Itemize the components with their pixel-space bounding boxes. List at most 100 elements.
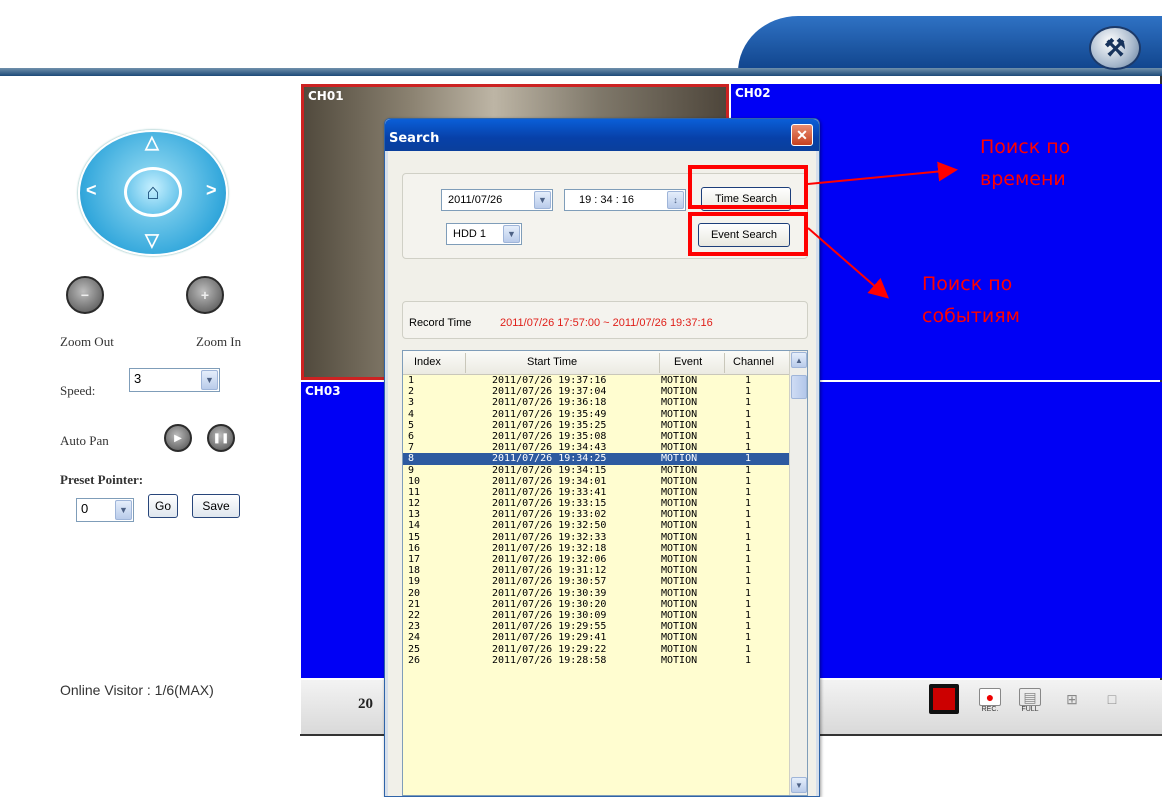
row-channel: 1 (745, 486, 752, 498)
row-channel: 1 (745, 576, 752, 588)
table-row[interactable]: 15 2011/07/26 19:32:33 MOTION 1 (403, 532, 789, 543)
vertical-scrollbar[interactable]: ▲ ▼ (789, 351, 807, 795)
table-row[interactable]: 17 2011/07/26 19:32:06 MOTION 1 (403, 554, 789, 565)
time-field[interactable]: 19 : 34 : 16 ↕ (564, 189, 686, 211)
table-row[interactable]: 22 2011/07/26 19:30:09 MOTION 1 (403, 610, 789, 621)
arrow-up-icon[interactable]: △ (145, 132, 159, 153)
row-event: MOTION (661, 598, 698, 610)
preset-select[interactable]: 0 ▼ (76, 498, 134, 522)
row-event: MOTION (661, 408, 698, 420)
speed-select[interactable]: 3 ▼ (129, 368, 220, 392)
row-index: 7 (408, 442, 415, 454)
hdd-select[interactable]: HDD 1 ▼ (446, 223, 522, 245)
row-event: MOTION (661, 542, 698, 554)
row-event: MOTION (661, 654, 698, 666)
row-index: 11 (408, 486, 421, 498)
row-channel: 1 (745, 386, 752, 398)
home-icon[interactable]: ⌂ (124, 167, 182, 217)
row-channel: 1 (745, 498, 752, 510)
scroll-thumb[interactable] (791, 375, 807, 399)
table-row[interactable]: 19 2011/07/26 19:30:57 MOTION 1 (403, 576, 789, 587)
save-disk-icon[interactable] (928, 684, 960, 718)
table-row[interactable]: 14 2011/07/26 19:32:50 MOTION 1 (403, 520, 789, 531)
row-index: 13 (408, 509, 421, 521)
table-row[interactable]: 13 2011/07/26 19:33:02 MOTION 1 (403, 509, 789, 520)
row-channel: 1 (745, 565, 752, 577)
table-row[interactable]: 16 2011/07/26 19:32:18 MOTION 1 (403, 543, 789, 554)
event-note-line-2: событиям (922, 305, 1020, 327)
chevron-down-icon[interactable]: ▼ (503, 225, 520, 243)
event-note-line-1: Поиск по (922, 273, 1013, 295)
col-start-time-header[interactable]: Start Time (527, 356, 577, 368)
quad-view-icon[interactable]: ⊞ (1058, 690, 1086, 720)
table-row[interactable]: 18 2011/07/26 19:31:12 MOTION 1 (403, 565, 789, 576)
row-start-time: 2011/07/26 19:29:41 (492, 632, 607, 644)
table-row[interactable]: 23 2011/07/26 19:29:55 MOTION 1 (403, 621, 789, 632)
header-bar (0, 68, 1162, 76)
row-event: MOTION (661, 498, 698, 510)
row-start-time: 2011/07/26 19:30:57 (492, 576, 607, 588)
row-start-time: 2011/07/26 19:36:18 (492, 397, 607, 409)
scroll-up-icon[interactable]: ▲ (791, 352, 807, 368)
table-row[interactable]: 25 2011/07/26 19:29:22 MOTION 1 (403, 644, 789, 655)
table-row[interactable]: 26 2011/07/26 19:28:58 MOTION 1 (403, 655, 789, 666)
col-event-header[interactable]: Event (674, 356, 702, 368)
arrow-down-icon[interactable]: ▽ (145, 230, 159, 251)
chevron-down-icon[interactable]: ▼ (534, 191, 551, 209)
table-row[interactable]: 12 2011/07/26 19:33:15 MOTION 1 (403, 498, 789, 509)
row-index: 3 (408, 397, 415, 409)
row-start-time: 2011/07/26 19:32:06 (492, 554, 607, 565)
save-button[interactable]: Save (192, 494, 240, 518)
date-field[interactable]: 2011/07/26 ▼ (441, 189, 553, 211)
row-event: MOTION (661, 587, 698, 599)
table-row[interactable]: 21 2011/07/26 19:30:20 MOTION 1 (403, 599, 789, 610)
table-row[interactable]: 4 2011/07/26 19:35:49 MOTION 1 (403, 409, 789, 420)
row-start-time: 2011/07/26 19:34:25 (492, 453, 607, 465)
row-event: MOTION (661, 520, 698, 532)
play-icon[interactable]: ▶ (164, 424, 192, 452)
table-row[interactable]: 8 2011/07/26 19:34:25 MOTION 1 (403, 453, 789, 465)
row-start-time: 2011/07/26 19:32:33 (492, 531, 607, 543)
dialog-title: Search (389, 131, 440, 146)
chevron-down-icon[interactable]: ▼ (201, 370, 218, 390)
record-button[interactable]: ● REC. (976, 688, 1004, 718)
preset-value: 0 (81, 501, 89, 516)
fullscreen-button[interactable]: ▤ FULL (1016, 688, 1044, 718)
row-index: 26 (408, 654, 421, 666)
row-event: MOTION (661, 475, 698, 487)
speed-value: 3 (134, 371, 142, 386)
zoom-out-button[interactable]: − (66, 276, 104, 314)
pause-icon[interactable]: ❚❚ (207, 424, 235, 452)
table-row[interactable]: 6 2011/07/26 19:35:08 MOTION 1 (403, 431, 789, 442)
table-row[interactable]: 5 2011/07/26 19:35:25 MOTION 1 (403, 420, 789, 431)
dialog-titlebar[interactable]: Search ✕ (385, 119, 819, 151)
arrow-left-icon[interactable]: < (86, 180, 97, 201)
go-button[interactable]: Go (148, 494, 178, 518)
channel-3-label: CH03 (305, 384, 341, 398)
scroll-down-icon[interactable]: ▼ (791, 777, 807, 793)
table-row[interactable]: 3 2011/07/26 19:36:18 MOTION 1 (403, 397, 789, 408)
table-row[interactable]: 2 2011/07/26 19:37:04 MOTION 1 (403, 386, 789, 397)
table-row[interactable]: 10 2011/07/26 19:34:01 MOTION 1 (403, 476, 789, 487)
table-row[interactable]: 1 2011/07/26 19:37:16 MOTION 1 (403, 375, 789, 386)
table-row[interactable]: 7 2011/07/26 19:34:43 MOTION 1 (403, 442, 789, 453)
table-row[interactable]: 24 2011/07/26 19:29:41 MOTION 1 (403, 632, 789, 643)
row-channel: 1 (745, 643, 752, 655)
single-view-icon[interactable]: □ (1098, 690, 1126, 720)
row-event: MOTION (661, 632, 698, 644)
table-row[interactable]: 20 2011/07/26 19:30:39 MOTION 1 (403, 588, 789, 599)
table-row[interactable]: 11 2011/07/26 19:33:41 MOTION 1 (403, 487, 789, 498)
online-visitor: Online Visitor : 1/6(MAX) (60, 682, 214, 698)
chevron-down-icon[interactable]: ▼ (115, 500, 132, 520)
col-channel-header[interactable]: Channel (733, 356, 774, 368)
ptz-control: △ ▽ < > ⌂ (78, 130, 228, 256)
table-row[interactable]: 9 2011/07/26 19:34:15 MOTION 1 (403, 465, 789, 476)
close-icon[interactable]: ✕ (791, 124, 813, 146)
col-index-header[interactable]: Index (414, 356, 441, 368)
row-channel: 1 (745, 397, 752, 409)
row-channel: 1 (745, 408, 752, 420)
wrench-icon[interactable]: ⚒ (1089, 26, 1141, 70)
arrow-right-icon[interactable]: > (206, 180, 217, 201)
zoom-in-button[interactable]: + (186, 276, 224, 314)
spinner-icon[interactable]: ↕ (667, 191, 684, 209)
